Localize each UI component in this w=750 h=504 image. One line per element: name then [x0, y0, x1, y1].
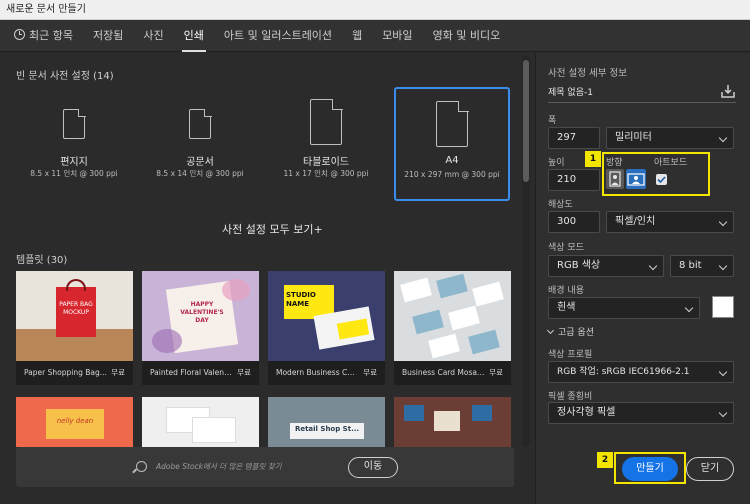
template-card[interactable]: nelly dean	[16, 397, 133, 447]
template-card[interactable]: HAPPY VALENTINE'S DAY Painted Floral Val…	[142, 271, 259, 385]
window-title: 새로운 문서 만들기	[0, 0, 750, 20]
tab-recent[interactable]: 최근 항목	[14, 20, 73, 52]
template-thumbnail	[142, 397, 259, 447]
resolution-input[interactable]: 300	[548, 211, 600, 233]
width-label: 폭	[548, 116, 557, 126]
bit-depth-select[interactable]: 8 bit	[670, 255, 734, 277]
template-card[interactable]: PAPER BAG MOCKUP Paper Shopping Bag... 무료	[16, 271, 133, 385]
height-label: 높이	[548, 158, 565, 168]
color-profile-select[interactable]: RGB 작업: sRGB IEC61966-2.1	[548, 361, 734, 383]
template-card[interactable]	[142, 397, 259, 447]
height-input[interactable]: 210	[548, 169, 600, 191]
template-thumbnail	[394, 271, 511, 361]
tab-photo[interactable]: 사진	[143, 20, 163, 52]
chevron-down-icon	[718, 133, 728, 143]
chevron-down-icon	[718, 408, 728, 418]
chevron-down-icon	[718, 367, 728, 377]
scroll-thumb[interactable]	[523, 60, 529, 182]
template-card[interactable]: Business Card Mosai... 무료	[394, 271, 511, 385]
document-icon	[310, 98, 343, 145]
annotation-badge-1: 1	[585, 151, 601, 167]
background-label: 배경 내용	[548, 286, 584, 296]
templates-title: 템플릿 (30)	[16, 255, 68, 266]
clock-icon	[14, 28, 25, 40]
template-card[interactable]	[394, 397, 511, 447]
document-icon	[63, 108, 86, 139]
chevron-down-icon	[546, 326, 555, 335]
template-thumbnail: nelly dean	[16, 397, 133, 447]
advanced-options-toggle[interactable]: 고급 옵션	[546, 325, 594, 338]
stock-search-input[interactable]: Adobe Stock에서 더 많은 템플릿 찾기	[156, 461, 282, 472]
tab-print[interactable]: 인쇄	[181, 20, 207, 52]
preset-tabloid[interactable]: 타블로이드 11 x 17 인치 @ 300 ppi	[268, 87, 384, 201]
chevron-down-icon	[718, 217, 728, 227]
tab-web[interactable]: 웹	[352, 20, 362, 52]
go-button[interactable]: 이동	[348, 457, 398, 478]
width-unit-select[interactable]: 밀리미터	[606, 127, 734, 149]
adobe-stock-search-bar: Adobe Stock에서 더 많은 템플릿 찾기 이동	[16, 447, 514, 487]
close-button[interactable]: 닫기	[686, 457, 734, 481]
annotation-badge-2: 2	[597, 452, 613, 468]
preset-details-pane: 사전 설정 세부 정보 제목 없음-1 폭 297 밀리미터 높이 210 방향…	[535, 53, 750, 504]
template-thumbnail: HAPPY VALENTINE'S DAY	[142, 271, 259, 361]
tab-art-illustration[interactable]: 아트 및 일러스트레이션	[224, 20, 332, 52]
details-header: 사전 설정 세부 정보	[548, 68, 627, 79]
presets-scrollbar[interactable]	[522, 56, 530, 446]
resolution-label: 해상도	[548, 200, 573, 210]
tab-film-video[interactable]: 영화 및 비디오	[433, 20, 501, 52]
category-tabs: 최근 항목 저장됨 사진 인쇄 아트 및 일러스트레이션 웹 모바일 영화 및 …	[0, 20, 750, 52]
presets-pane: 빈 문서 사전 설정 (14) 편지지 8.5 x 11 인치 @ 300 pp…	[0, 53, 534, 504]
chevron-down-icon	[648, 261, 658, 271]
preset-a4[interactable]: A4 210 x 297 mm @ 300 ppi	[394, 87, 510, 201]
document-icon	[436, 100, 469, 147]
blank-presets-title: 빈 문서 사전 설정 (14)	[16, 71, 114, 82]
search-icon	[136, 461, 147, 472]
chevron-down-icon	[718, 261, 728, 271]
document-icon	[189, 108, 212, 139]
background-select[interactable]: 흰색	[548, 297, 700, 319]
view-all-presets-link[interactable]: 사전 설정 모두 보기+	[222, 221, 323, 237]
template-card[interactable]: Retail Shop St...	[268, 397, 385, 447]
resolution-unit-select[interactable]: 픽셀/인치	[606, 211, 734, 233]
template-card[interactable]: STUDIO NAME Modern Business Car... 무료	[268, 271, 385, 385]
width-input[interactable]: 297	[548, 127, 600, 149]
color-mode-label: 색상 모드	[548, 243, 584, 253]
create-button[interactable]: 만들기	[622, 457, 678, 481]
color-profile-label: 색상 프로필	[548, 350, 593, 360]
template-thumbnail: PAPER BAG MOCKUP	[16, 271, 133, 361]
color-mode-select[interactable]: RGB 색상	[548, 255, 664, 277]
save-preset-icon[interactable]	[720, 83, 736, 99]
tab-mobile[interactable]: 모바일	[382, 20, 412, 52]
template-thumbnail: STUDIO NAME	[268, 271, 385, 361]
preset-legal[interactable]: 공문서 8.5 x 14 인치 @ 300 ppi	[142, 87, 258, 201]
template-thumbnail	[394, 397, 511, 447]
template-thumbnail: Retail Shop St...	[268, 397, 385, 447]
chevron-down-icon	[684, 303, 694, 313]
document-name-input[interactable]: 제목 없음-1	[548, 83, 736, 103]
orientation-highlight	[602, 152, 710, 196]
pixel-aspect-label: 픽셀 종횡비	[548, 392, 593, 402]
preset-letter[interactable]: 편지지 8.5 x 11 인치 @ 300 ppi	[16, 87, 132, 201]
pixel-aspect-select[interactable]: 정사각형 픽셀	[548, 402, 734, 424]
background-color-swatch[interactable]	[712, 296, 734, 318]
tab-saved[interactable]: 저장됨	[93, 20, 123, 52]
